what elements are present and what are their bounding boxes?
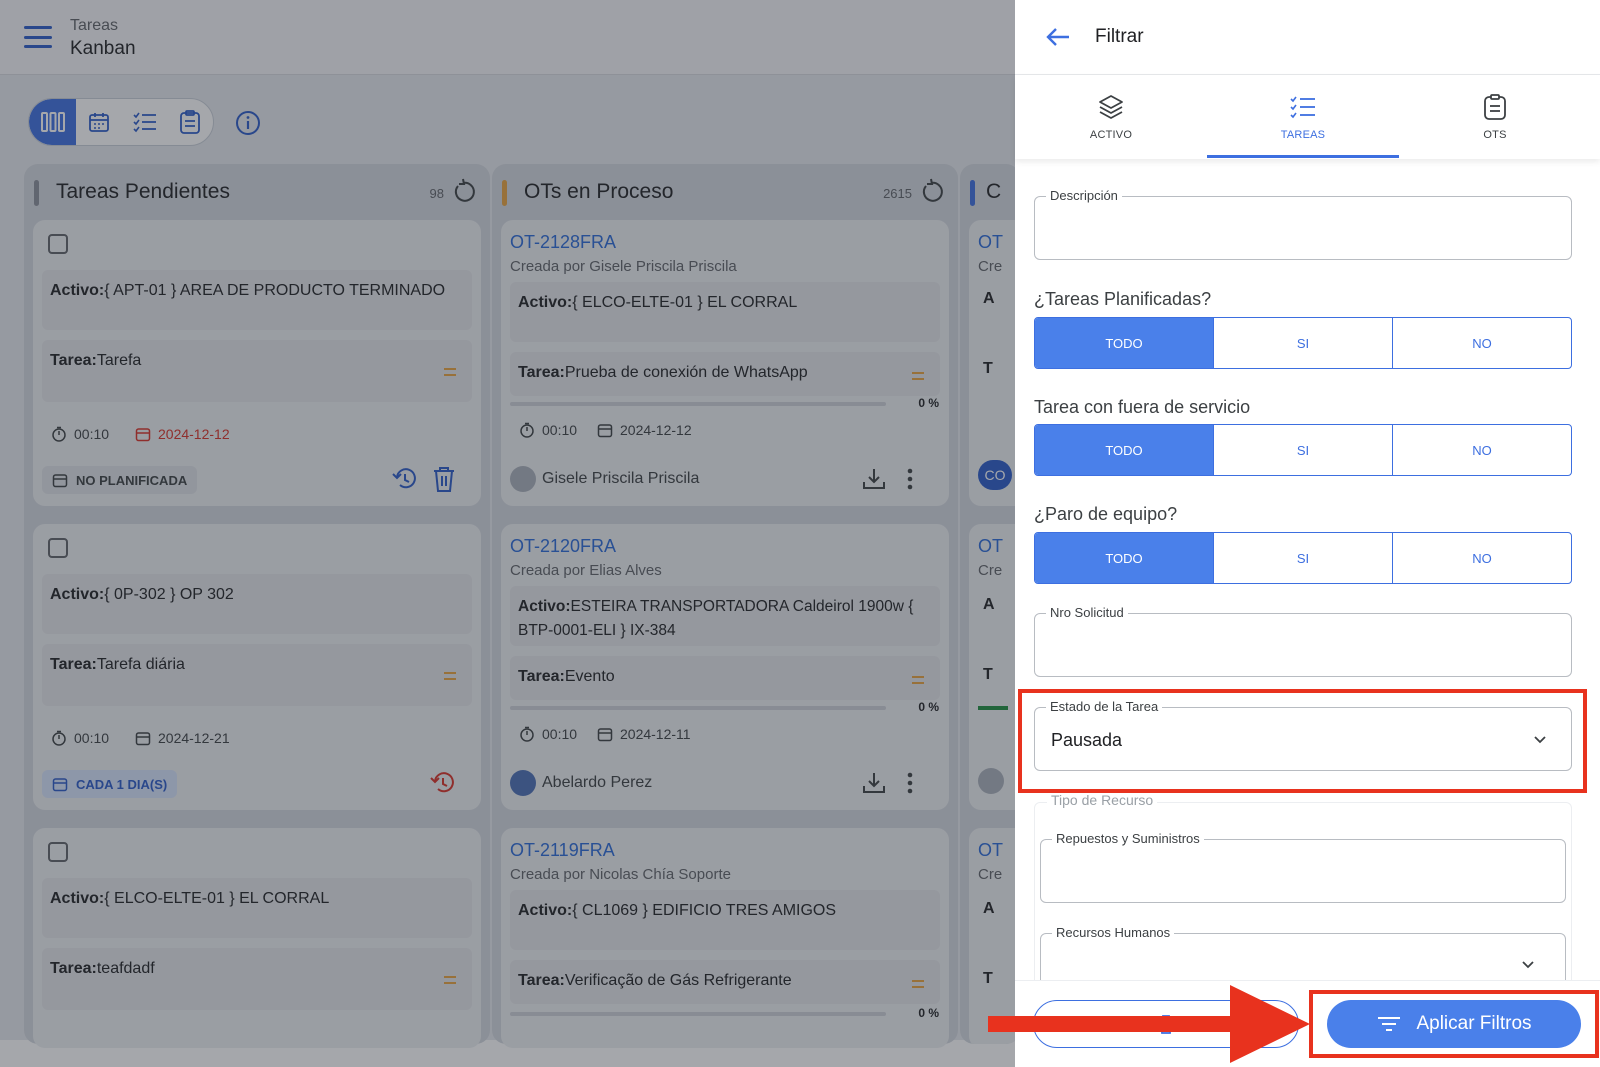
tab-activo[interactable]: ACTIVO <box>1015 75 1207 159</box>
estado-tarea-select[interactable]: Estado de la Tarea Pausada <box>1034 699 1572 771</box>
active-tab-indicator <box>1207 155 1399 158</box>
apply-filters-button[interactable]: Aplicar Filtros <box>1327 1000 1581 1048</box>
tab-label: TAREAS <box>1280 129 1326 141</box>
filter-panel-header: Filtrar <box>1015 0 1600 75</box>
fuera-servicio-toggle: TODO SI NO <box>1034 424 1572 476</box>
tab-tareas[interactable]: TAREAS <box>1207 75 1399 159</box>
checklist-icon <box>1290 96 1315 119</box>
descripcion-label: Descripción <box>1046 188 1122 203</box>
filter-icon <box>1378 1017 1401 1031</box>
descripcion-field[interactable]: Descripción <box>1034 188 1572 260</box>
option-no[interactable]: NO <box>1392 425 1571 475</box>
option-no[interactable]: NO <box>1392 318 1571 368</box>
planificadas-question: ¿Tareas Planificadas? <box>1034 289 1212 309</box>
chevron-down-icon <box>1534 736 1546 744</box>
arrow-right-icon <box>988 985 1310 1063</box>
repuestos-field[interactable]: Repuestos y Suministros <box>1040 831 1566 903</box>
tab-ots[interactable]: OTS <box>1399 75 1591 159</box>
option-si[interactable]: SI <box>1213 318 1392 368</box>
filter-form: Descripción ¿Tareas Planificadas? TODO S… <box>1015 162 1600 982</box>
option-todo[interactable]: TODO <box>1035 425 1213 475</box>
tab-label: ACTIVO <box>1089 129 1133 141</box>
layers-icon <box>1099 95 1123 119</box>
repuestos-label: Repuestos y Suministros <box>1052 831 1204 846</box>
apply-filters-label: Aplicar Filtros <box>1416 1013 1532 1034</box>
arrow-left-icon[interactable] <box>1043 22 1073 52</box>
nro-solicitud-label: Nro Solicitud <box>1046 605 1128 620</box>
clipboard-icon <box>1484 94 1506 120</box>
estado-tarea-label: Estado de la Tarea <box>1046 699 1163 714</box>
option-no[interactable]: NO <box>1392 533 1571 583</box>
option-todo[interactable]: TODO <box>1035 533 1213 583</box>
filter-panel: Filtrar ACTIVO TAREAS OTS Descripción ¿T… <box>1015 0 1600 1067</box>
tipo-recurso-label: Tipo de Recurso <box>1047 792 1158 808</box>
filter-tabs: ACTIVO TAREAS OTS <box>1015 75 1600 159</box>
option-todo[interactable]: TODO <box>1035 318 1213 368</box>
tab-label: OTS <box>1483 129 1507 141</box>
paro-equipo-toggle: TODO SI NO <box>1034 532 1572 584</box>
nro-solicitud-field[interactable]: Nro Solicitud <box>1034 605 1572 677</box>
paro-equipo-question: ¿Paro de equipo? <box>1034 504 1178 524</box>
recursos-humanos-select[interactable]: Recursos Humanos <box>1040 925 1566 982</box>
recursos-humanos-label: Recursos Humanos <box>1052 925 1175 940</box>
option-si[interactable]: SI <box>1213 533 1392 583</box>
option-si[interactable]: SI <box>1213 425 1392 475</box>
chevron-down-icon <box>1522 961 1534 969</box>
planificadas-toggle: TODO SI NO <box>1034 317 1572 369</box>
modal-backdrop[interactable] <box>0 0 1015 1067</box>
app-root: Tareas Kanban Tareas Pendientes 98 Activ… <box>0 0 1600 1067</box>
fuera-servicio-question: Tarea con fuera de servicio <box>1034 397 1251 417</box>
filter-panel-title: Filtrar <box>1095 26 1144 47</box>
estado-tarea-value: Pausada <box>1051 730 1123 750</box>
